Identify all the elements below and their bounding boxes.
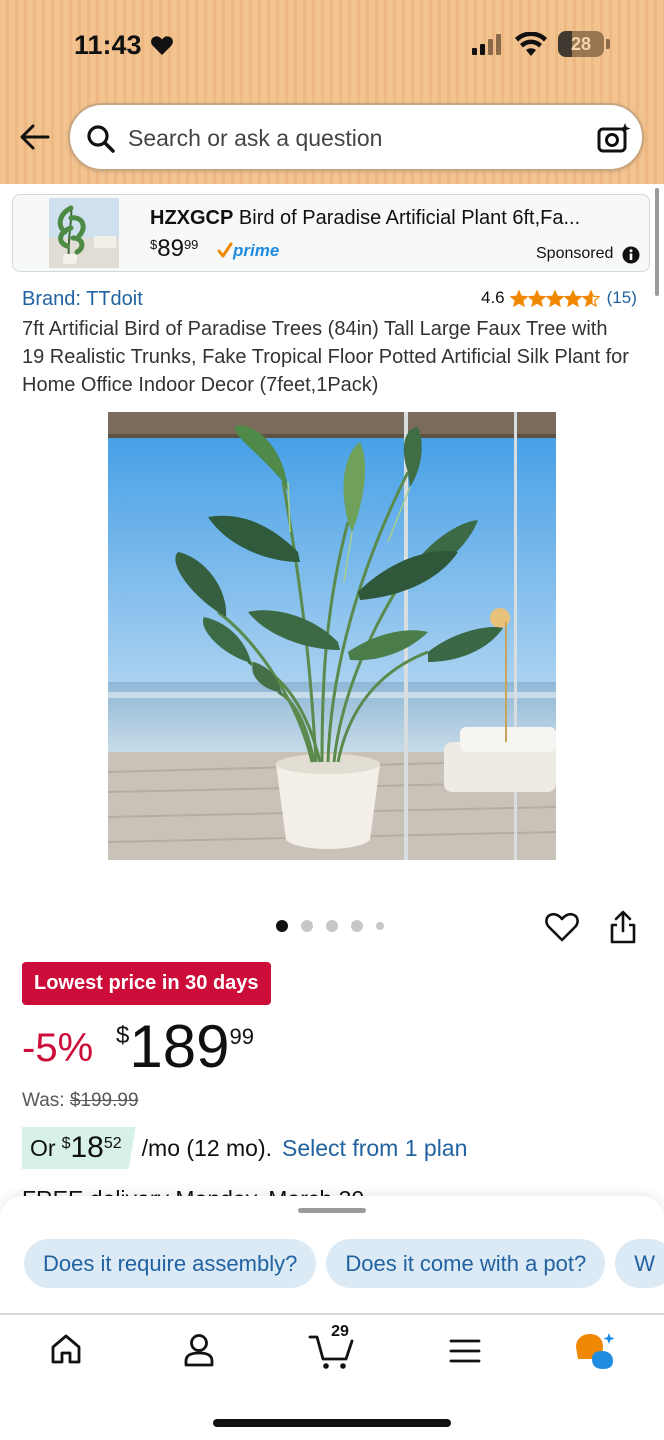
status-time: 11:43 [74,30,142,60]
star-icon [527,289,546,307]
carousel-dot[interactable] [301,920,313,932]
heart-status-icon [151,36,173,55]
price-fraction: 99 [229,1024,254,1049]
wifi-icon [515,32,547,56]
sponsored-price: $8999 [150,235,198,263]
brand-link[interactable]: Brand: TTdoit [22,288,143,311]
rating-summary[interactable]: 4.6 (15) [481,288,637,308]
sponsored-price-symbol: $ [150,237,158,252]
star-rating [509,289,600,307]
back-arrow-icon[interactable] [18,122,52,152]
select-plan-link[interactable]: Select from 1 plan [282,1135,467,1162]
carousel-dot[interactable] [351,920,363,932]
prime-logo: prime [217,241,279,260]
sponsored-label: Sponsored [536,245,614,262]
star-icon [509,289,528,307]
battery-indicator: 28 [558,31,604,57]
question-chip[interactable]: Does it come with a pot? [326,1239,606,1288]
monthly-payment-tag: Or $ 18 52 [22,1127,136,1169]
emi-suffix: /mo (12 mo). [141,1134,273,1161]
star-icon [581,289,600,307]
carousel-dot[interactable] [276,920,288,932]
star-icon [563,289,582,307]
carousel-dot[interactable] [326,920,338,932]
image-carousel-dots[interactable] [276,920,397,932]
emi-fraction: 52 [103,1135,122,1152]
emi-symbol: $ [61,1135,71,1152]
question-chip[interactable]: Does it require assembly? [24,1239,317,1288]
star-icon [545,289,564,307]
question-chip[interactable]: W [615,1239,664,1288]
ai-suggestions-sheet: Does it require assembly? Does it come w… [0,1196,664,1314]
battery-tip [606,39,610,49]
status-bar: 11:43 28 [0,0,664,90]
was-label: Was: [22,1090,65,1111]
header: 11:43 28 Search or ask a question [0,0,664,184]
home-indicator [213,1419,451,1427]
wishlist-heart-icon[interactable] [545,911,579,943]
cellular-signal-icon [472,34,501,55]
info-icon[interactable] [622,246,640,264]
product-image[interactable] [108,412,556,860]
share-icon[interactable] [608,909,638,945]
camera-lens-icon[interactable] [596,121,632,155]
account-icon[interactable] [183,1333,215,1367]
price: $ 189 99 [116,1016,254,1078]
rufus-icon[interactable] [574,1331,616,1371]
emi-whole: 18 [70,1131,104,1164]
search-bar[interactable]: Search or ask a question [68,103,644,171]
price-whole: 189 [129,1013,230,1080]
question-chips: Does it require assembly? Does it come w… [24,1239,664,1288]
battery-level: 28 [570,34,592,54]
cart-button[interactable]: 29 [308,1323,356,1371]
search-icon [87,125,115,153]
sponsored-product-image[interactable] [49,198,119,268]
product-title: 7ft Artificial Bird of Paradise Trees (8… [22,318,629,396]
scrollbar[interactable] [655,188,659,296]
discount-percent: -5% [22,1026,94,1070]
rating-count[interactable]: (15) [607,288,637,308]
rating-value: 4.6 [481,288,505,307]
sponsored-price-fraction: 99 [183,237,199,252]
sponsored-brand: HZXGCP [150,207,234,229]
carousel-dot[interactable] [376,922,384,930]
sponsored-product-card[interactable]: HZXGCP Bird of Paradise Artificial Plant… [12,194,650,272]
monthly-payment: Or $ 18 52 /mo (12 mo). Select from 1 pl… [22,1127,467,1169]
was-price-value: $199.99 [69,1090,139,1111]
cart-count: 29 [331,1323,349,1340]
sheet-grabber[interactable] [298,1208,366,1213]
home-icon[interactable] [50,1333,82,1365]
bottom-tab-bar: 29 [0,1313,664,1440]
search-input[interactable]: Search or ask a question [128,125,382,152]
price-symbol: $ [116,1022,130,1049]
svg-text:prime: prime [232,241,279,260]
deal-badge: Lowest price in 30 days [22,962,271,1005]
emi-prefix: Or [30,1134,56,1161]
sponsored-price-whole: 89 [157,235,184,262]
sponsored-title[interactable]: HZXGCP Bird of Paradise Artificial Plant… [150,207,640,230]
sponsored-title-text: Bird of Paradise Artificial Plant 6ft,Fa… [238,207,581,229]
was-price: Was: $199.99 [22,1090,139,1112]
menu-icon[interactable] [449,1337,481,1365]
